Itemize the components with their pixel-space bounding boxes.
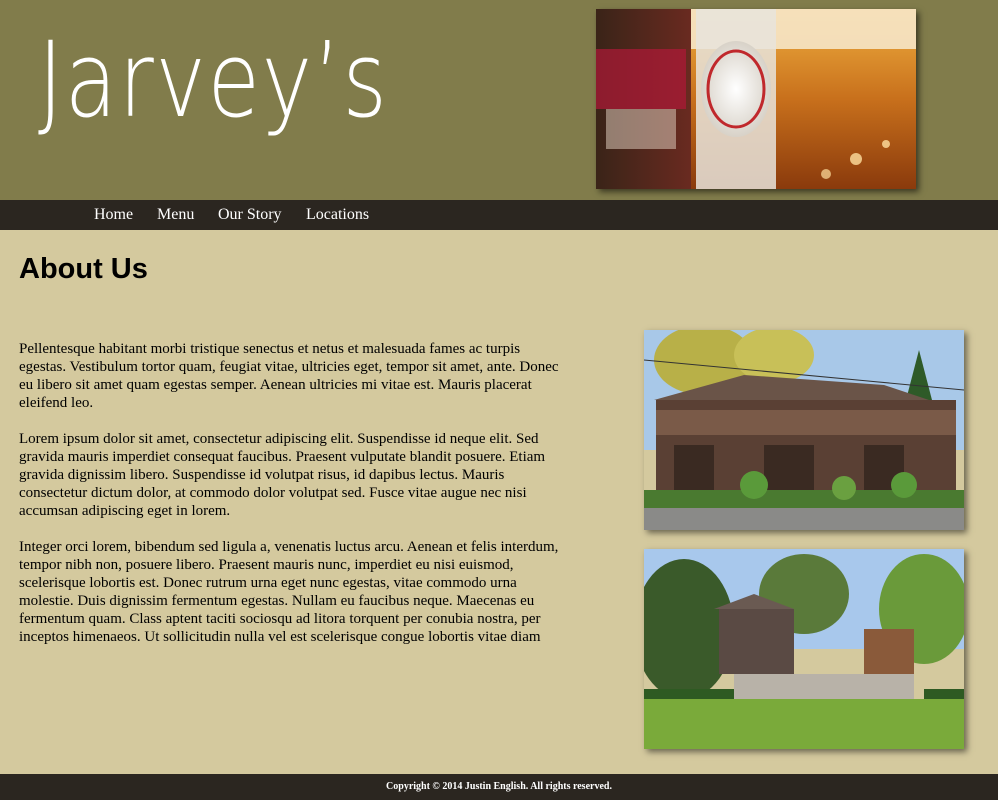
restaurant-patio-photo: [644, 549, 964, 749]
page-title: About Us: [19, 253, 148, 285]
nav-menu-link[interactable]: Menu: [157, 205, 194, 225]
beer-bottle-photo: [596, 9, 916, 189]
hero-beer-image: [596, 9, 916, 189]
article-paragraph: Lorem ipsum dolor sit amet, consectetur …: [19, 431, 546, 519]
nav-our-story-link[interactable]: Our Story: [218, 205, 282, 225]
site-header: Jarvey’s: [0, 0, 998, 200]
restaurant-exterior-photo: [644, 330, 964, 530]
article-paragraph: Integer orci lorem, bibendum sed ligula …: [19, 539, 559, 645]
nav-home-link[interactable]: Home: [94, 205, 133, 225]
nav-locations-link[interactable]: Locations: [306, 205, 369, 225]
article-paragraph: Pellentesque habitant morbi tristique se…: [19, 341, 559, 411]
main-nav: Home Menu Our Story Locations: [0, 200, 998, 230]
site-footer: Copyright © 2014 Justin English. All rig…: [0, 774, 998, 800]
copyright-text: Copyright © 2014 Justin English. All rig…: [386, 781, 612, 792]
about-article: Pellentesque habitant morbi tristique se…: [19, 340, 564, 664]
site-logo[interactable]: Jarvey’s: [38, 8, 389, 154]
